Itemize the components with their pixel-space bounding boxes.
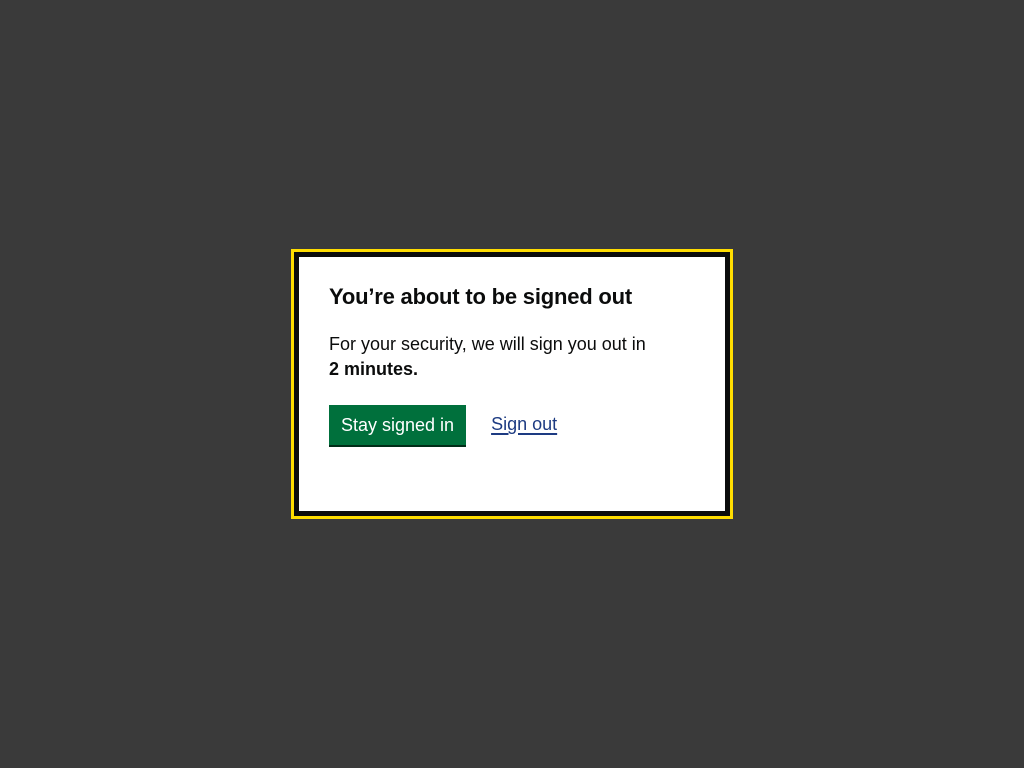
dialog-focus-outline: You’re about to be signed out For your s… [291, 249, 733, 519]
sign-out-link[interactable]: Sign out [491, 414, 557, 435]
dialog-title: You’re about to be signed out [329, 284, 633, 309]
dialog-message-text: For your security, we will sign you out … [329, 333, 646, 354]
dialog-actions: Stay signed in Sign out [329, 404, 695, 445]
countdown-timer: 2 minutes. [329, 358, 419, 379]
modal-overlay: You’re about to be signed out For your s… [0, 0, 1024, 768]
timeout-dialog: You’re about to be signed out For your s… [298, 256, 726, 512]
stay-signed-in-button[interactable]: Stay signed in [329, 404, 467, 445]
dialog-message: For your security, we will sign you out … [329, 332, 695, 382]
